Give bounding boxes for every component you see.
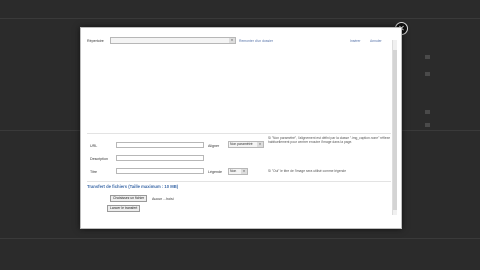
cancel-link[interactable]: Annuler <box>370 39 382 43</box>
scrollbar[interactable] <box>392 40 397 215</box>
title-label: Titre <box>90 170 98 174</box>
legend-label: Légende <box>208 170 222 174</box>
directory-label: Répertoire <box>87 39 104 43</box>
url-label: URL <box>90 144 98 148</box>
chevron-down-icon: ▾ <box>257 142 263 147</box>
legend-note: Si "Oui" le titre de l'image sera utilis… <box>268 169 347 173</box>
directory-select[interactable]: ▾ <box>110 37 236 44</box>
image-insert-dialog: Répertoire ▾ Remonter d'un dossier Insér… <box>80 27 402 229</box>
align-note: Si "Non paramétré", l'alignement est déf… <box>268 136 391 145</box>
align-label: Aligner <box>208 144 220 148</box>
browse-file-button[interactable]: Choisissez un fichier <box>110 195 148 202</box>
upload-section-title: Transfert de fichiers (Taille maximum : … <box>87 184 179 189</box>
description-field[interactable] <box>116 155 204 161</box>
no-file-text: Aucun ...hoisi <box>152 197 174 201</box>
url-field[interactable] <box>116 142 204 148</box>
scroll-thumb[interactable] <box>393 50 397 210</box>
up-folder-link[interactable]: Remonter d'un dossier <box>239 39 273 43</box>
legend-select[interactable]: Non ▾ <box>228 168 248 175</box>
insert-link[interactable]: Insérer <box>350 39 361 43</box>
description-label: Description <box>90 157 108 161</box>
title-field[interactable] <box>116 168 204 174</box>
chevron-down-icon: ▾ <box>229 38 235 43</box>
align-select[interactable]: Non paramétré ▾ <box>228 141 264 148</box>
chevron-down-icon: ▾ <box>241 169 247 174</box>
start-upload-button[interactable]: Lancer le transfert <box>107 205 141 212</box>
